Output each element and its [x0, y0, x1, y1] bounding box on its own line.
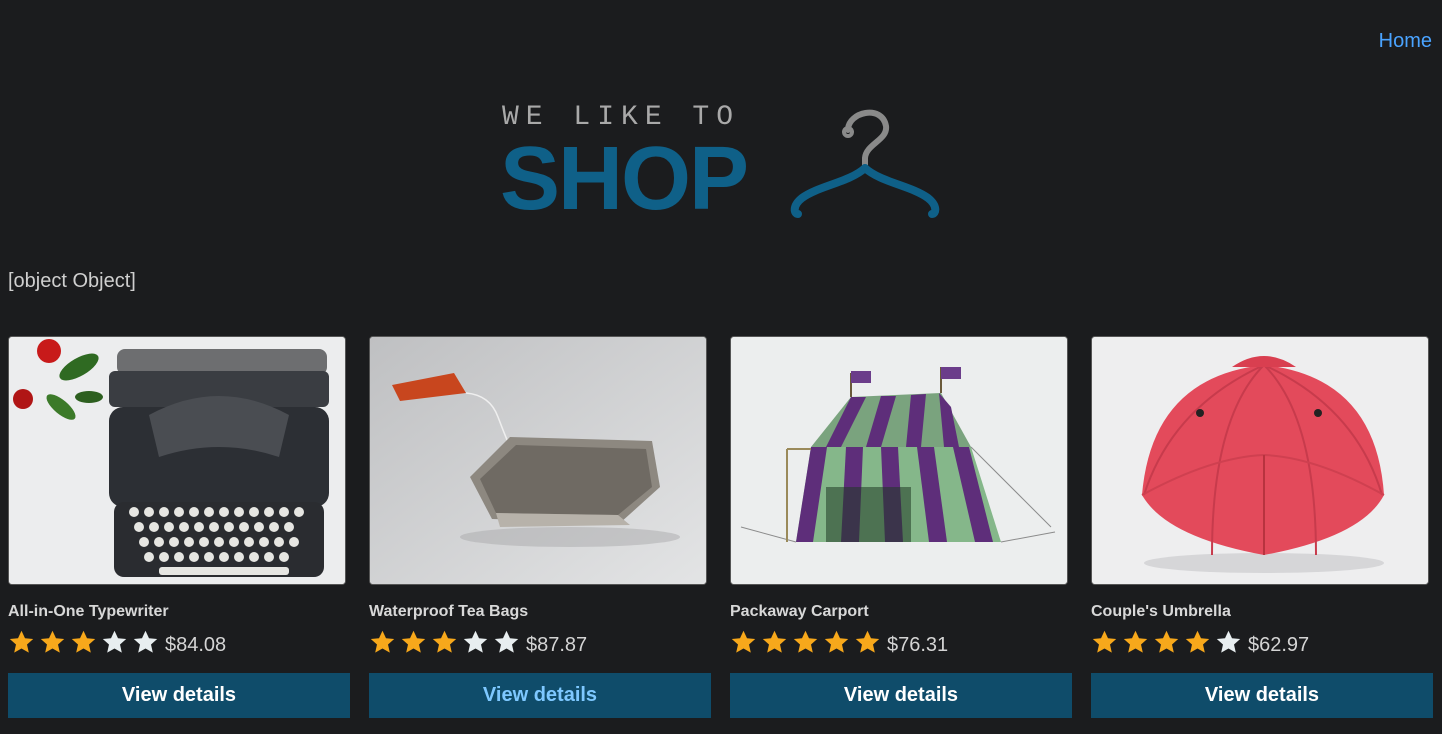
product-rating: $87.87	[369, 627, 711, 657]
product-title[interactable]: All-in-One Typewriter	[8, 603, 350, 621]
product-image[interactable]	[1091, 336, 1429, 585]
star-empty-icon	[133, 630, 158, 653]
product-grid: All-in-One Typewriter $84.08 View detail…	[8, 336, 1434, 726]
star-filled-icon	[9, 630, 34, 653]
star-filled-icon	[731, 630, 756, 653]
site-logo[interactable]: WE LIKE TO SHOP	[500, 102, 950, 227]
view-details-button[interactable]: View details	[730, 673, 1072, 718]
product-price: $84.08	[165, 633, 227, 656]
product-rating: $62.97	[1091, 627, 1433, 657]
view-details-button[interactable]: View details	[369, 673, 711, 718]
product-card: Packaway Carport $76.31 View details	[730, 336, 1072, 718]
product-title[interactable]: Packaway Carport	[730, 603, 1072, 621]
product-price: $87.87	[526, 633, 588, 656]
tea-bag-image	[370, 337, 706, 584]
star-filled-icon	[793, 630, 818, 653]
debug-text: [object Object]	[8, 270, 136, 292]
logo-wordmark: SHOP	[500, 129, 749, 229]
umbrella-image	[1092, 337, 1428, 584]
star-empty-icon	[463, 630, 488, 653]
typewriter-image	[9, 337, 345, 584]
view-details-button[interactable]: View details	[1091, 673, 1433, 718]
star-filled-icon	[762, 630, 787, 653]
star-filled-icon	[1185, 630, 1210, 653]
product-image[interactable]	[369, 336, 707, 585]
star-filled-icon	[824, 630, 849, 653]
star-filled-icon	[1123, 630, 1148, 653]
product-card: Couple's Umbrella $62.97 View details	[1091, 336, 1433, 718]
star-filled-icon	[1092, 630, 1117, 653]
star-filled-icon	[855, 630, 880, 653]
product-card: Waterproof Tea Bags $87.87 View details	[369, 336, 711, 718]
star-filled-icon	[432, 630, 457, 653]
top-nav: Home	[1379, 30, 1432, 53]
product-title[interactable]: Couple's Umbrella	[1091, 603, 1433, 621]
tent-image	[731, 337, 1067, 584]
product-price: $62.97	[1248, 633, 1310, 656]
star-filled-icon	[370, 630, 395, 653]
hanger-icon	[790, 109, 940, 218]
view-details-button[interactable]: View details	[8, 673, 350, 718]
home-link[interactable]: Home	[1379, 30, 1432, 52]
product-image[interactable]	[8, 336, 346, 585]
star-filled-icon	[40, 630, 65, 653]
product-price: $76.31	[887, 633, 949, 656]
product-card: All-in-One Typewriter $84.08 View detail…	[8, 336, 350, 718]
star-filled-icon	[401, 630, 426, 653]
star-empty-icon	[102, 630, 127, 653]
product-rating: $76.31	[730, 627, 1072, 657]
star-empty-icon	[494, 630, 519, 653]
star-empty-icon	[1216, 630, 1241, 653]
product-rating: $84.08	[8, 627, 350, 657]
product-image[interactable]	[730, 336, 1068, 585]
product-title[interactable]: Waterproof Tea Bags	[369, 603, 711, 621]
star-filled-icon	[1154, 630, 1179, 653]
star-filled-icon	[71, 630, 96, 653]
